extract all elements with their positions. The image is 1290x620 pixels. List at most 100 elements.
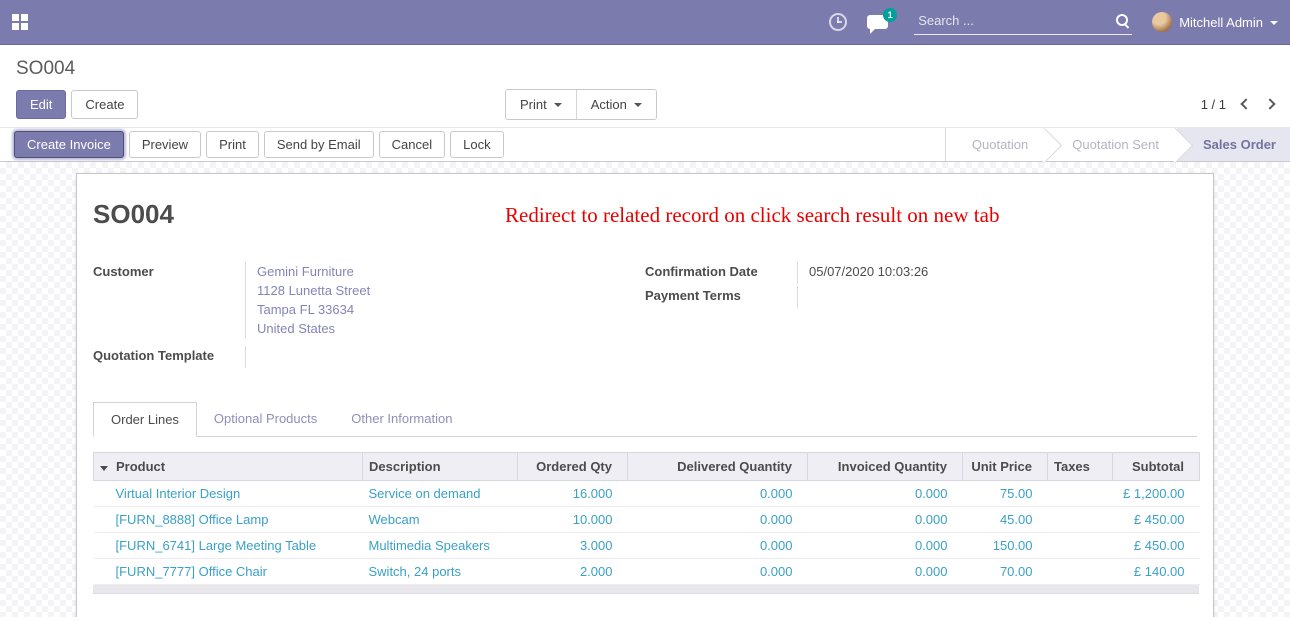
breadcrumb: SO004 (0, 45, 1290, 81)
quotation-template-value (245, 346, 645, 368)
user-menu[interactable]: Mitchell Admin (1152, 12, 1280, 32)
cell-invoiced-quantity: 0.000 (808, 481, 963, 507)
cell-description: Multimedia Speakers (363, 533, 518, 559)
cell-unit-price: 150.00 (963, 533, 1048, 559)
cell-taxes (1048, 481, 1113, 507)
preview-button[interactable]: Preview (129, 131, 201, 158)
column-header-description[interactable]: Description (363, 453, 518, 481)
order-line-row[interactable]: Virtual Interior Design Service on deman… (94, 481, 1200, 507)
top-navbar: 1 Mitchell Admin (0, 0, 1290, 45)
cell-description: Service on demand (363, 481, 518, 507)
cell-subtotal: £ 450.00 (1113, 507, 1200, 533)
column-header-unit-price[interactable]: Unit Price (963, 453, 1048, 481)
cell-delivered-quantity: 0.000 (628, 559, 808, 585)
customer-street: 1128 Lunetta Street (257, 281, 645, 300)
column-header-product[interactable]: Product (94, 453, 363, 481)
payment-terms-value (797, 286, 1197, 308)
order-line-row[interactable]: [FURN_6741] Large Meeting Table Multimed… (94, 533, 1200, 559)
message-count-badge: 1 (883, 8, 897, 22)
annotation-text: Redirect to related record on click sear… (505, 203, 999, 228)
cell-description: Switch, 24 ports (363, 559, 518, 585)
statusbar: Create Invoice Preview Print Send by Ema… (0, 127, 1290, 162)
cell-taxes (1048, 533, 1113, 559)
confirmation-date-label: Confirmation Date (645, 262, 797, 284)
print-menu-button[interactable]: Print (506, 90, 576, 119)
cell-taxes (1048, 559, 1113, 585)
search-input[interactable] (916, 12, 1115, 29)
caret-down-icon (554, 103, 562, 107)
tab-other-information[interactable]: Other Information (334, 402, 469, 437)
cell-ordered-qty: 16.000 (518, 481, 628, 507)
activities-clock-icon[interactable] (829, 13, 847, 31)
cell-subtotal: £ 450.00 (1113, 533, 1200, 559)
order-lines-table: Product Description Ordered Qty Delivere… (93, 452, 1200, 585)
cell-taxes (1048, 507, 1113, 533)
print-button[interactable]: Print (206, 131, 259, 158)
tab-order-lines[interactable]: Order Lines (93, 402, 197, 437)
cancel-button[interactable]: Cancel (379, 131, 445, 158)
customer-name[interactable]: Gemini Furniture (257, 262, 645, 281)
cell-unit-price: 70.00 (963, 559, 1048, 585)
customer-city: Tampa FL 33634 (257, 300, 645, 319)
status-pill-quotation-sent[interactable]: Quotation Sent (1046, 128, 1177, 161)
apps-grid-icon[interactable] (12, 14, 29, 31)
column-header-invoiced-quantity[interactable]: Invoiced Quantity (808, 453, 963, 481)
table-footer-strip (93, 585, 1199, 594)
cell-ordered-qty: 2.000 (518, 559, 628, 585)
cell-subtotal: £ 1,200.00 (1113, 481, 1200, 507)
order-line-row[interactable]: [FURN_8888] Office Lamp Webcam 10.000 0.… (94, 507, 1200, 533)
column-header-ordered-qty[interactable]: Ordered Qty (518, 453, 628, 481)
cell-delivered-quantity: 0.000 (628, 481, 808, 507)
column-header-subtotal[interactable]: Subtotal (1113, 453, 1200, 481)
cell-invoiced-quantity: 0.000 (808, 559, 963, 585)
column-header-taxes[interactable]: Taxes (1048, 453, 1113, 481)
cell-delivered-quantity: 0.000 (628, 533, 808, 559)
cell-invoiced-quantity: 0.000 (808, 507, 963, 533)
status-pill-quotation[interactable]: Quotation (946, 128, 1046, 161)
lock-button[interactable]: Lock (450, 131, 503, 158)
messages-icon[interactable]: 1 (867, 15, 888, 29)
cell-product: [FURN_6741] Large Meeting Table (94, 533, 363, 559)
pager-previous-button[interactable] (1240, 98, 1251, 109)
send-by-email-button[interactable]: Send by Email (264, 131, 374, 158)
cell-product: [FURN_8888] Office Lamp (94, 507, 363, 533)
create-button[interactable]: Create (71, 90, 138, 119)
edit-button[interactable]: Edit (16, 90, 66, 119)
cell-description: Webcam (363, 507, 518, 533)
cell-product: [FURN_7777] Office Chair (94, 559, 363, 585)
create-invoice-button[interactable]: Create Invoice (14, 131, 124, 158)
cell-ordered-qty: 10.000 (518, 507, 628, 533)
breadcrumb-item: SO004 (16, 58, 75, 79)
global-search (914, 10, 1132, 35)
form-view-background: SO004 Redirect to related record on clic… (0, 162, 1290, 617)
pager-next-button[interactable] (1264, 98, 1275, 109)
status-pill-sales-order[interactable]: Sales Order (1177, 128, 1290, 161)
print-menu-label: Print (520, 97, 547, 112)
cell-unit-price: 75.00 (963, 481, 1048, 507)
control-panel: Edit Create Print Action 1 / 1 (0, 81, 1290, 127)
order-line-row[interactable]: [FURN_7777] Office Chair Switch, 24 port… (94, 559, 1200, 585)
record-title: SO004 (93, 199, 174, 230)
customer-value[interactable]: Gemini Furniture 1128 Lunetta Street Tam… (245, 262, 645, 338)
caret-down-icon (634, 103, 642, 107)
customer-label: Customer (93, 262, 245, 338)
confirmation-date-value: 05/07/2020 10:03:26 (797, 262, 1197, 284)
status-pipeline: Quotation Quotation Sent Sales Order (945, 128, 1290, 161)
action-menu-label: Action (591, 97, 627, 112)
avatar (1152, 12, 1172, 32)
cell-product: Virtual Interior Design (94, 481, 363, 507)
column-header-delivered-quantity[interactable]: Delivered Quantity (628, 453, 808, 481)
payment-terms-label: Payment Terms (645, 286, 797, 308)
tab-optional-products[interactable]: Optional Products (197, 402, 334, 437)
search-icon[interactable] (1115, 13, 1130, 28)
customer-country: United States (257, 319, 645, 338)
cell-ordered-qty: 3.000 (518, 533, 628, 559)
form-sheet: SO004 Redirect to related record on clic… (76, 173, 1214, 617)
notebook-tabs: Order Lines Optional Products Other Info… (93, 402, 1197, 437)
cell-unit-price: 45.00 (963, 507, 1048, 533)
column-toggle-caret-icon[interactable] (100, 466, 108, 471)
pager-value: 1 / 1 (1201, 97, 1226, 112)
action-menu-button[interactable]: Action (576, 90, 656, 119)
cell-subtotal: £ 140.00 (1113, 559, 1200, 585)
column-header-label: Product (116, 459, 165, 474)
